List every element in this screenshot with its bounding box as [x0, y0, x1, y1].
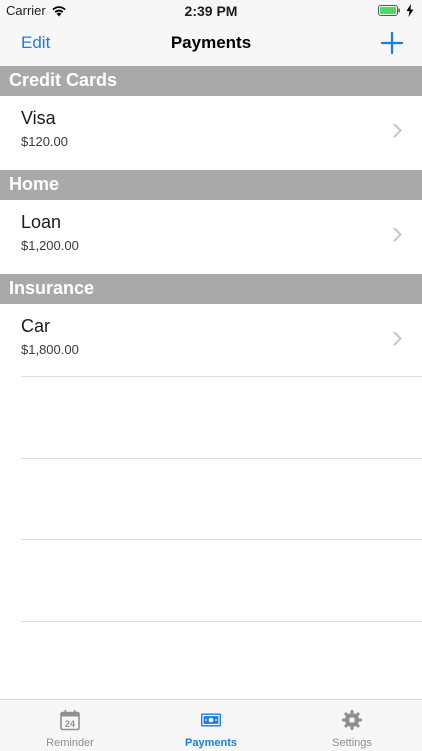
- section-header-label: Home: [9, 174, 60, 194]
- charging-bolt-icon: [406, 4, 414, 17]
- tab-label: Settings: [332, 737, 372, 749]
- payment-row-loan[interactable]: Loan $1,200.00: [0, 200, 422, 274]
- tab-payments[interactable]: Payments: [141, 700, 281, 751]
- row-title: Visa: [21, 108, 56, 128]
- section-header-credit-cards: Credit Cards: [0, 66, 422, 96]
- status-time: 2:39 PM: [184, 3, 238, 19]
- section-header-label: Credit Cards: [9, 70, 118, 90]
- chevron-right-icon: [393, 227, 402, 242]
- chevron-right-icon: [393, 331, 402, 346]
- row-separator: [21, 621, 422, 622]
- status-bar: Carrier 2:39 PM: [0, 0, 422, 22]
- section-header-home: Home: [0, 170, 422, 200]
- tab-label: Reminder: [46, 737, 94, 749]
- row-amount: $120.00: [21, 134, 68, 149]
- row-separator: [21, 539, 422, 540]
- row-amount: $1,800.00: [21, 342, 79, 357]
- row-title: Car: [21, 316, 51, 336]
- page-title: Payments: [170, 33, 252, 52]
- payment-row-car[interactable]: Car $1,800.00: [0, 304, 422, 378]
- section-header-insurance: Insurance: [0, 274, 422, 304]
- section-header-label: Insurance: [9, 278, 95, 298]
- calendar-badge: 24: [65, 719, 75, 729]
- row-separator: [21, 458, 422, 459]
- plus-icon[interactable]: [380, 31, 404, 55]
- chevron-right-icon: [393, 123, 402, 138]
- tab-label: Payments: [185, 737, 237, 749]
- tab-settings[interactable]: Settings: [282, 700, 422, 751]
- gear-icon: [342, 710, 362, 730]
- row-amount: $1,200.00: [21, 238, 79, 253]
- tab-bar: 24 Reminder Payments Settings: [0, 699, 422, 751]
- payments-icon: [201, 713, 221, 727]
- row-title: Loan: [21, 212, 62, 232]
- tab-reminder[interactable]: 24 Reminder: [0, 700, 140, 751]
- payment-row-visa[interactable]: Visa $120.00: [0, 96, 422, 170]
- calendar-icon: 24: [60, 710, 80, 731]
- navigation-bar: Edit Payments: [0, 22, 422, 66]
- row-separator: [21, 376, 422, 377]
- battery-icon: [378, 5, 400, 16]
